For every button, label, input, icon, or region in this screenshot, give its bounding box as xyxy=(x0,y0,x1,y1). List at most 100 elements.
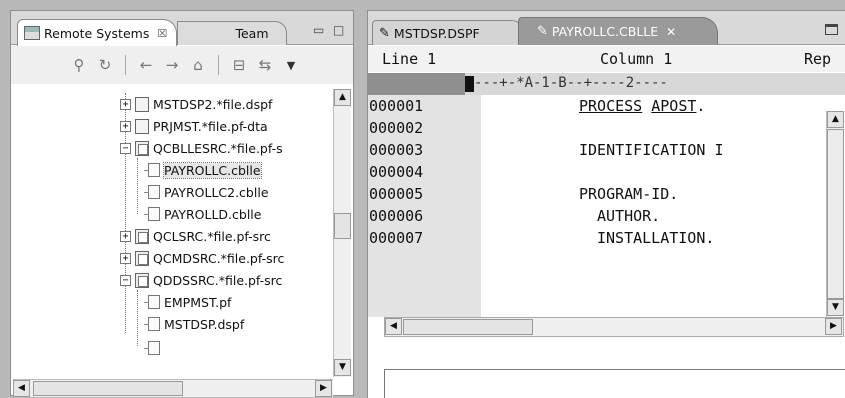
tree-item-qcbllesrc[interactable]: − QCBLLESRC.*file.pf-s xyxy=(120,137,283,159)
keyword-process: PROCESS xyxy=(579,97,643,115)
editor-command-line[interactable] xyxy=(384,369,845,398)
editor-vertical-scrollbar[interactable]: ▲ ▼ xyxy=(826,111,844,317)
tree-item-label: MSTDSP2.*file.dspf xyxy=(153,96,273,112)
source-line[interactable]: 000002 xyxy=(368,117,481,139)
member-icon xyxy=(144,207,160,221)
sequence-number: 000001 xyxy=(369,97,424,115)
tree-horizontal-scrollbar[interactable]: ◀ ▶ xyxy=(13,379,333,397)
scroll-up-icon[interactable]: ▲ xyxy=(334,89,351,106)
connect-icon[interactable]: ⚲ xyxy=(69,56,89,74)
scroll-left-icon[interactable]: ◀ xyxy=(13,380,30,397)
link-with-editor-icon[interactable]: ⇆ xyxy=(255,56,275,74)
expand-icon[interactable]: + xyxy=(120,120,131,132)
sequence-number: 000007 xyxy=(369,229,424,247)
tree-item-label: MSTDSP.dspf xyxy=(164,316,245,332)
close-icon[interactable]: ✕ xyxy=(666,25,676,39)
refresh-icon[interactable]: ↻ xyxy=(95,56,115,74)
tree-item-qclsrc[interactable]: + QCLSRC.*file.pf-src xyxy=(120,225,271,247)
collapse-all-icon[interactable]: ⊟ xyxy=(229,56,249,74)
tree-item-label: PAYROLLC2.cblle xyxy=(164,184,269,200)
pencil-icon: ✎ xyxy=(379,25,390,41)
scroll-left-icon[interactable]: ◀ xyxy=(385,318,402,335)
scroll-right-icon[interactable]: ▶ xyxy=(315,380,332,397)
expand-icon[interactable]: + xyxy=(120,252,131,264)
source-file-icon xyxy=(135,140,149,156)
source-line[interactable]: 000006 AUTHOR. xyxy=(368,205,660,227)
tree-item-label: QDDSSRC.*file.pf-src xyxy=(153,272,283,288)
sequence-number: 000006 xyxy=(369,207,424,225)
tree-item-payrollc2[interactable]: PAYROLLC2.cblle xyxy=(144,181,269,203)
tree-item-label: PAYROLLC.cblle xyxy=(163,161,262,179)
member-icon xyxy=(144,341,160,355)
column-indicator: Column 1 xyxy=(600,50,673,68)
editor-status-line: Line 1 Column 1 Rep xyxy=(368,46,845,72)
tree-item-partial xyxy=(144,337,164,359)
scroll-right-icon[interactable]: ▶ xyxy=(825,318,842,335)
scrollbar-thumb[interactable] xyxy=(403,319,533,335)
expand-icon[interactable]: + xyxy=(120,230,131,242)
source-line[interactable]: 000005 PROGRAM-ID. xyxy=(368,183,678,205)
ruler-cursor xyxy=(465,76,474,92)
tab-label: MSTDSP.DSPF xyxy=(393,25,480,41)
scrollbar-thumb[interactable] xyxy=(827,129,844,299)
scrollbar-thumb[interactable] xyxy=(334,213,351,239)
collapse-icon[interactable]: − xyxy=(120,142,131,154)
tab-label: PAYROLLC.CBLLE xyxy=(551,24,659,39)
tree-item-label: PAYROLLD.cblle xyxy=(164,206,262,222)
maximize-icon[interactable]: □ xyxy=(333,23,344,37)
keyword-apost: APOST xyxy=(651,97,697,115)
tab-payrollc-cblle[interactable]: ✎ PAYROLLC.CBLLE ✕ xyxy=(518,17,718,45)
expand-icon[interactable]: + xyxy=(120,98,131,110)
scroll-down-icon[interactable]: ▼ xyxy=(827,299,844,316)
toolbar-separator xyxy=(125,55,126,75)
forward-icon[interactable]: → xyxy=(162,56,182,74)
remote-systems-tabbar: Remote Systems ☒ Team ▭ □ xyxy=(11,11,353,46)
source-line[interactable]: 000001 PROCESS APOST. xyxy=(368,95,705,117)
tree-item-mstdsp[interactable]: MSTDSP.dspf xyxy=(144,313,245,335)
member-icon xyxy=(144,317,160,331)
source-line[interactable]: 000003 IDENTIFICATION I xyxy=(368,139,724,161)
tree-item-empmst[interactable]: EMPMST.pf xyxy=(144,291,231,313)
close-icon[interactable]: ☒ xyxy=(157,27,167,40)
tree-item-qddssrc[interactable]: − QDDSSRC.*file.pf-src xyxy=(120,269,282,291)
source-line[interactable]: 000004 xyxy=(368,161,481,183)
sequence-number: 000003 xyxy=(369,141,424,159)
back-icon[interactable]: ← xyxy=(136,56,156,74)
remote-systems-view: Remote Systems ☒ Team ▭ □ ⚲ ↻ ← → ⌂ ⊟ ⇆ … xyxy=(10,10,354,397)
tree-item-mstdsp2[interactable]: + MSTDSP2.*file.dspf xyxy=(120,93,272,115)
sequence-number: 000004 xyxy=(369,163,424,181)
view-menu-icon[interactable]: ▼ xyxy=(281,59,301,72)
scroll-up-icon[interactable]: ▲ xyxy=(827,111,844,128)
tab-mstdsp-dspf[interactable]: ✎ MSTDSP.DSPF xyxy=(372,20,522,45)
tree-item-prjmst[interactable]: + PRJMST.*file.pf-dta xyxy=(120,115,268,137)
remote-systems-toolbar: ⚲ ↻ ← → ⌂ ⊟ ⇆ ▼ xyxy=(11,46,353,84)
member-icon xyxy=(144,295,160,309)
source-text: IDENTIFICATION I xyxy=(579,141,724,159)
collapse-icon[interactable]: − xyxy=(120,274,131,286)
minimize-icon[interactable]: ▭ xyxy=(313,23,324,37)
tree-item-label: QCLSRC.*file.pf-src xyxy=(153,228,271,244)
source-file-icon xyxy=(135,250,149,266)
tree-vertical-scrollbar[interactable]: ▲ ▼ xyxy=(333,89,351,377)
tree-item-payrollc[interactable]: PAYROLLC.cblle xyxy=(144,159,262,181)
member-icon xyxy=(144,163,160,177)
ruler-prefix-area xyxy=(368,73,465,95)
lpex-editor: ✎ MSTDSP.DSPF ✎ PAYROLLC.CBLLE ✕ Line 1 … xyxy=(367,10,845,398)
insert-mode-indicator: Rep xyxy=(804,50,832,68)
scrollbar-thumb[interactable] xyxy=(33,381,183,396)
tree-item-payrolld[interactable]: PAYROLLD.cblle xyxy=(144,203,262,225)
home-icon[interactable]: ⌂ xyxy=(188,56,208,74)
maximize-icon[interactable] xyxy=(825,24,838,35)
scroll-down-icon[interactable]: ▼ xyxy=(334,359,351,376)
tab-team[interactable]: Team xyxy=(177,21,287,45)
editor-horizontal-scrollbar[interactable]: ◀ ▶ xyxy=(384,317,844,337)
tab-remote-systems[interactable]: Remote Systems ☒ xyxy=(17,19,177,46)
ruler-text: ---+-*A-1-B--+----2---- xyxy=(474,75,668,91)
source-text: PROGRAM-ID. xyxy=(579,185,679,203)
source-line[interactable]: 000007 INSTALLATION. xyxy=(368,227,714,249)
editor-tabbar: ✎ MSTDSP.DSPF ✎ PAYROLLC.CBLLE ✕ xyxy=(368,11,845,45)
tab-remote-systems-label: Remote Systems xyxy=(44,25,150,41)
column-ruler: ---+-*A-1-B--+----2---- xyxy=(368,73,845,95)
tree-item-label: QCMDSRC.*file.pf-src xyxy=(153,250,285,266)
tree-item-qcmdsrc[interactable]: + QCMDSRC.*file.pf-src xyxy=(120,247,284,269)
